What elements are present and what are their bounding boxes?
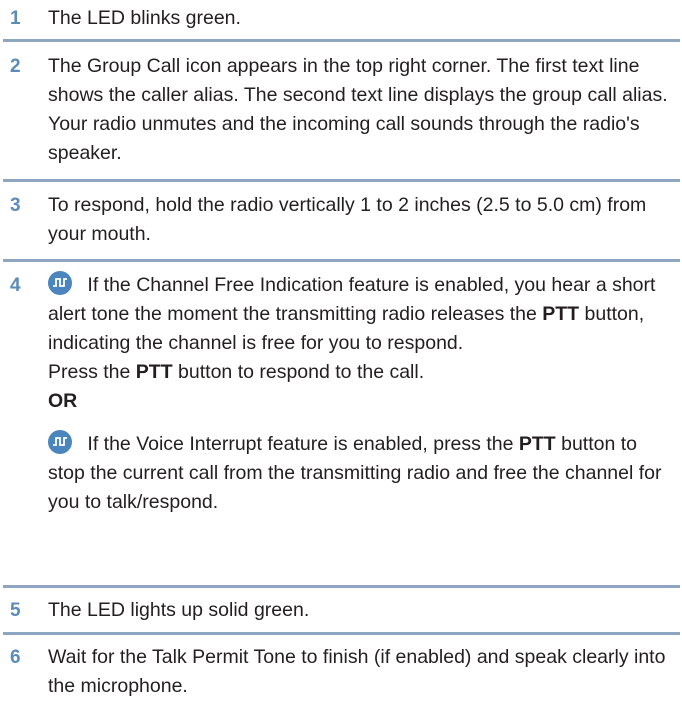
divider xyxy=(3,632,680,635)
voice-interrupt-paragraph: If the Voice Interrupt feature is enable… xyxy=(48,430,668,517)
step-text: The Group Call icon appears in the top r… xyxy=(48,55,668,164)
step-text: To respond, hold the radio vertically 1 … xyxy=(48,194,647,245)
step-text: If the Channel Free Indication feature i… xyxy=(48,271,668,517)
ptt-label: PTT xyxy=(542,303,580,325)
ptt-label: PTT xyxy=(135,361,173,383)
divider xyxy=(3,179,680,182)
step-text: The LED blinks green. xyxy=(48,7,241,29)
step-text: Wait for the Talk Permit Tone to finish … xyxy=(48,646,666,697)
step-number: 3 xyxy=(10,195,21,216)
step-number: 5 xyxy=(10,600,21,621)
divider xyxy=(3,39,680,42)
divider xyxy=(3,585,680,588)
divider xyxy=(3,259,680,262)
or-label: OR xyxy=(48,390,78,412)
press-ptt-paragraph: Press the PTT button to respond to the c… xyxy=(48,361,425,383)
step-number: 4 xyxy=(10,275,21,296)
feature-icon xyxy=(48,271,72,295)
step-number: 6 xyxy=(10,647,21,668)
step-text: The LED lights up solid green. xyxy=(48,599,310,621)
step-number: 1 xyxy=(10,8,21,29)
channel-free-paragraph: If the Channel Free Indication feature i… xyxy=(48,271,668,358)
procedure-steps: 1 The LED blinks green. 2 The Group Call… xyxy=(0,0,682,697)
ptt-label: PTT xyxy=(518,433,556,455)
step-number: 2 xyxy=(10,56,21,77)
feature-icon xyxy=(48,430,72,454)
